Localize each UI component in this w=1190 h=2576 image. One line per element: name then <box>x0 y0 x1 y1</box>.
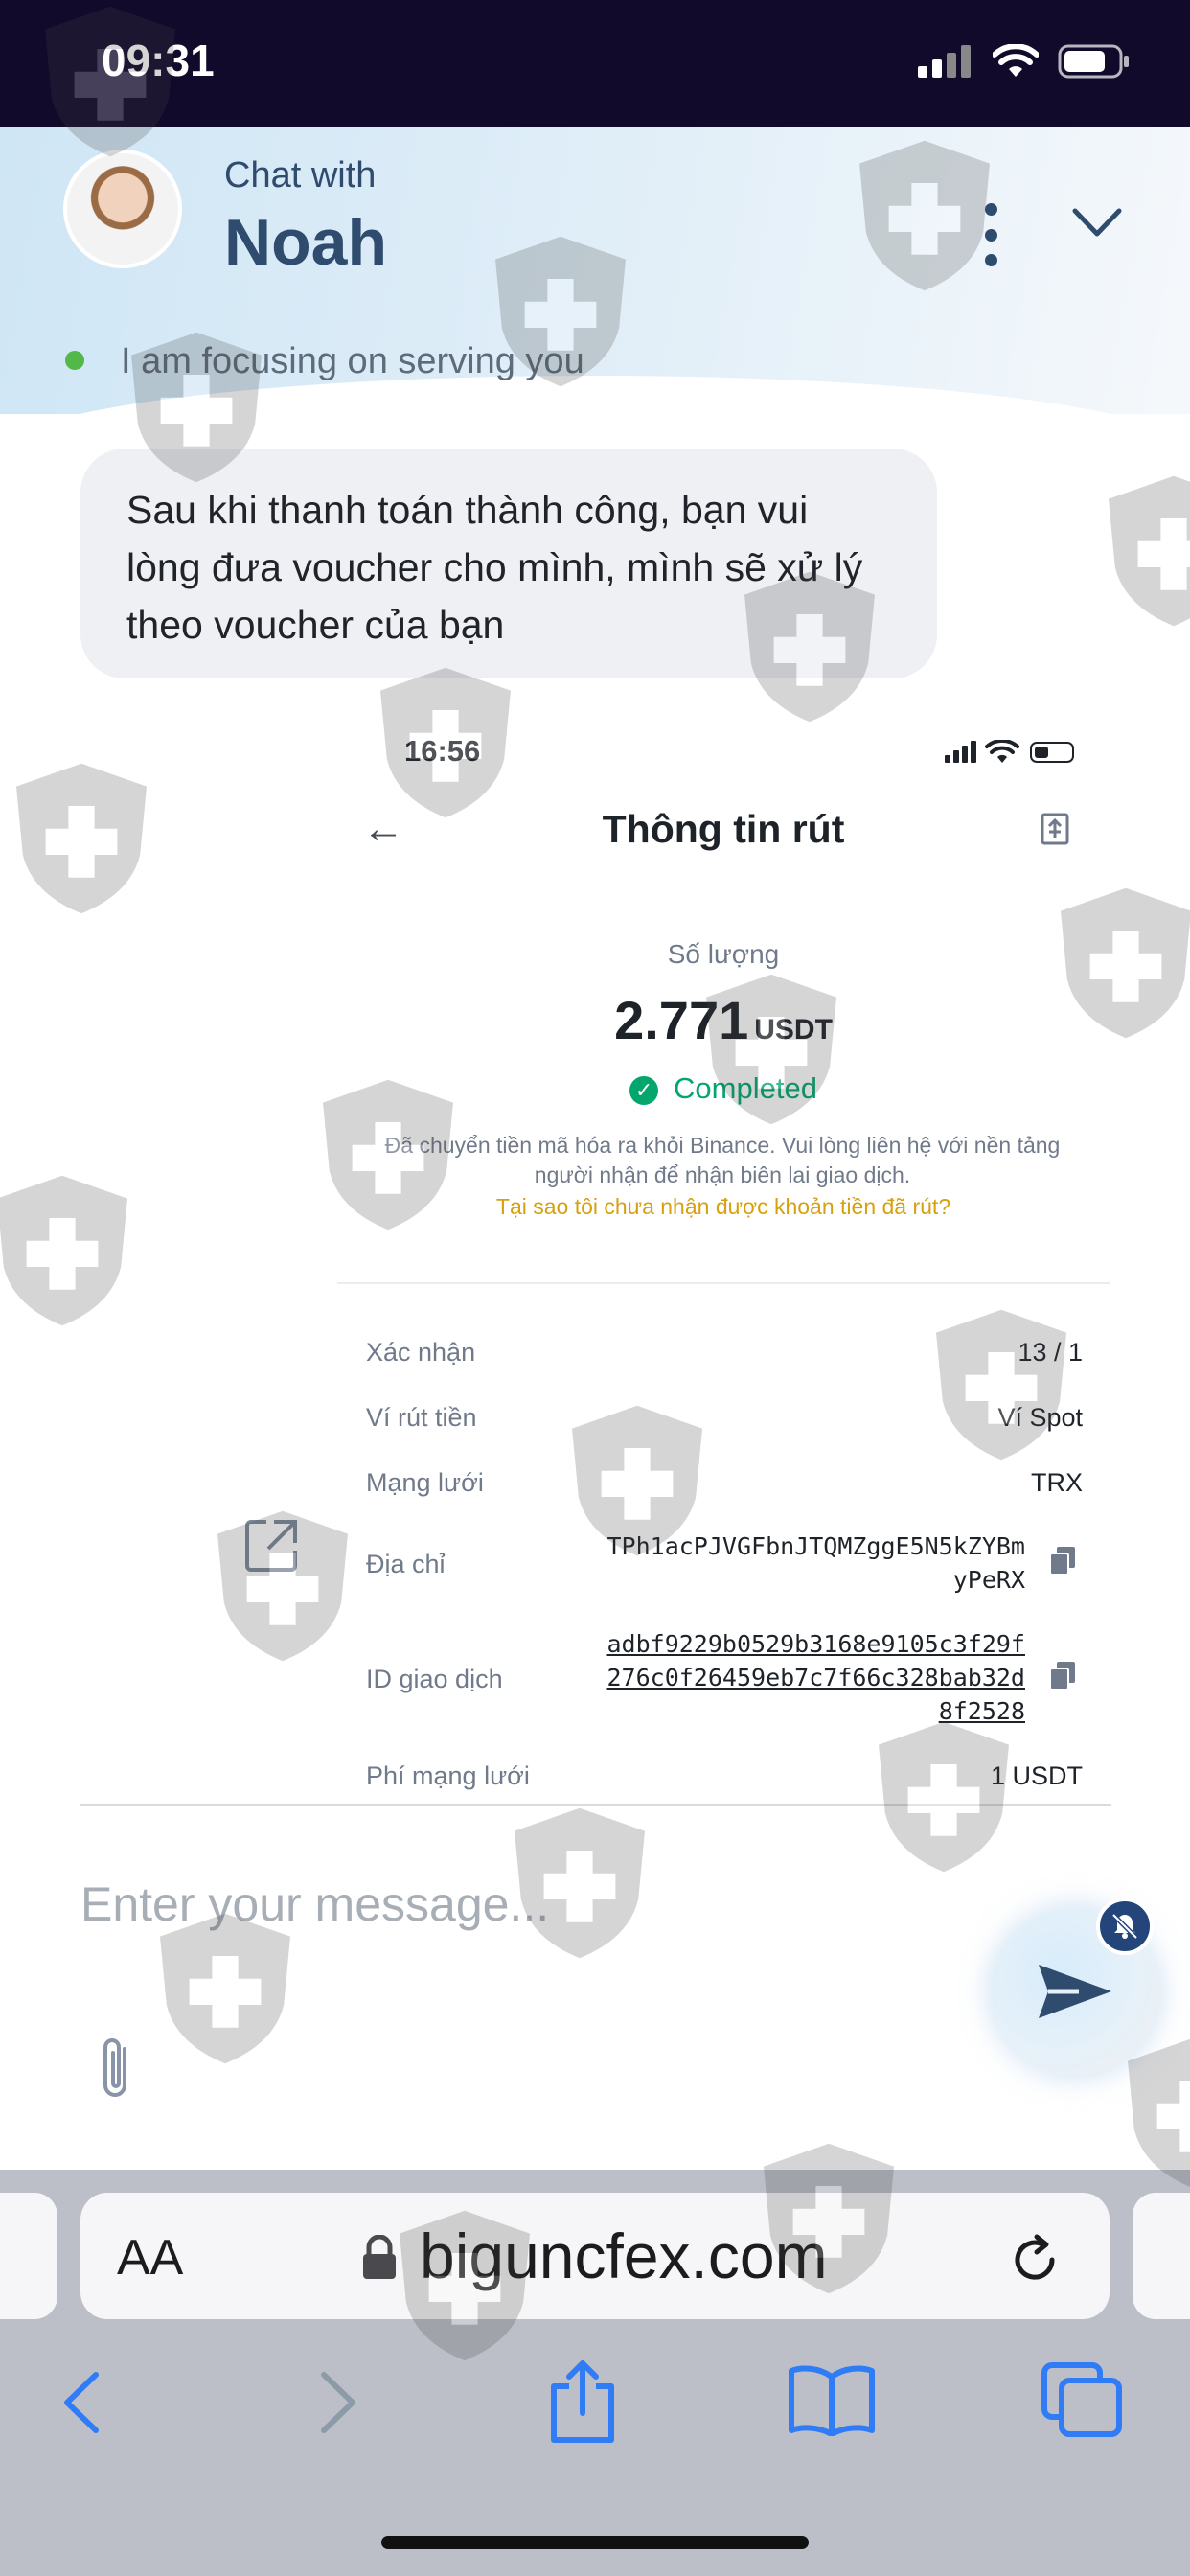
completed-label: Completed <box>674 1071 817 1105</box>
address-value: TPh1acPJVGFbnJTQMZggE5N5kZYBmyPeRX <box>606 1532 1026 1594</box>
chat-header: Chat with Noah I am focusing on serving … <box>0 126 1190 452</box>
address-label: Địa chỉ <box>366 1550 446 1578</box>
next-tab-card[interactable] <box>1133 2193 1190 2319</box>
confirm-value: 13 / 1 <box>1018 1338 1083 1367</box>
home-indicator <box>381 2536 809 2549</box>
signal-icon <box>918 45 971 78</box>
confirm-label: Xác nhận <box>366 1338 476 1367</box>
check-circle-icon: ✓ <box>629 1075 659 1105</box>
tabs-icon[interactable] <box>1041 2361 1123 2438</box>
reload-icon[interactable] <box>1006 2231 1064 2288</box>
online-status-dot <box>65 351 84 370</box>
battery-icon <box>1058 44 1129 79</box>
screenshot-time: 16:56 <box>404 734 481 768</box>
bookmarks-icon[interactable] <box>788 2363 876 2436</box>
completed-status: ✓ Completed <box>335 1071 1111 1106</box>
status-bar: 09:31 <box>0 0 1190 126</box>
url-field[interactable]: AA biguncfex.com <box>80 2193 1110 2319</box>
mute-icon <box>1111 1913 1138 1940</box>
forward-icon[interactable] <box>314 2369 362 2436</box>
text-size-button[interactable]: AA <box>117 2229 183 2287</box>
url-text[interactable]: biguncfex.com <box>420 2220 828 2292</box>
wallet-value: Ví Spot <box>997 1403 1083 1432</box>
status-time: 09:31 <box>102 35 215 85</box>
quantity-label: Số lượng <box>667 939 780 969</box>
back-icon[interactable] <box>57 2369 105 2436</box>
screenshot-share-icon <box>1041 813 1069 845</box>
txid-value: adbf9229b0529b3168e9105c3f29f276c0f26459… <box>606 1630 1026 1725</box>
more-options-icon[interactable] <box>981 203 1000 266</box>
message-bubble: Sau khi thanh toán thành công, bạn vui l… <box>80 448 937 678</box>
why-not-received-link: Tại sao tôi chưa nhận được khoản tiền đã… <box>495 1194 951 1219</box>
quantity-value: 2.771 <box>614 990 749 1050</box>
attached-screenshot[interactable]: 16:56 ← Thông tin rút Số lượng 2.771 USDT… <box>335 709 1111 1811</box>
txid-label: ID giao dịch <box>366 1665 503 1693</box>
completed-note: Đã chuyển tiền mã hóa ra khỏi Binance. V… <box>384 1133 1061 1187</box>
browser-address-bar: AA biguncfex.com <box>0 2170 1190 2323</box>
status-icons <box>918 44 1131 79</box>
divider <box>337 1282 1110 1284</box>
quantity-row: 2.771 USDT <box>335 989 1111 1051</box>
watermark-shield-icon <box>16 763 147 914</box>
watermark-shield-icon <box>1109 475 1190 627</box>
message-input[interactable]: Enter your message... <box>80 1876 549 1932</box>
previous-tab-card[interactable] <box>0 2193 57 2319</box>
agent-name: Noah <box>224 206 387 279</box>
chevron-down-icon[interactable] <box>1071 205 1123 240</box>
wallet-label: Ví rút tiền <box>366 1403 477 1432</box>
wifi-icon <box>993 44 1039 77</box>
send-icon <box>1039 1965 1111 2018</box>
attach-icon[interactable] <box>96 2036 138 2103</box>
quantity-unit: USDT <box>754 1014 833 1046</box>
network-label: Mạng lưới <box>366 1468 484 1497</box>
agent-status-text: I am focusing on serving you <box>121 341 584 381</box>
screenshot-title: Thông tin rút <box>602 807 845 851</box>
share-icon[interactable] <box>546 2358 619 2446</box>
mute-notification-button[interactable] <box>1096 1898 1154 1955</box>
copy-address-icon <box>1049 1547 1075 1576</box>
fee-value: 1 USDT <box>990 1761 1083 1790</box>
fee-label: Phí mạng lưới <box>366 1761 530 1790</box>
screenshot-status-icons <box>945 740 1074 763</box>
chat-with-label: Chat with <box>224 155 377 196</box>
avatar <box>63 150 182 268</box>
lock-icon <box>363 2235 396 2279</box>
watermark-shield-icon <box>0 1175 127 1326</box>
open-external-icon[interactable] <box>245 1518 299 1572</box>
network-value: TRX <box>1031 1468 1083 1497</box>
copy-txid-icon <box>1049 1662 1075 1690</box>
composer-divider <box>80 1804 1111 1806</box>
